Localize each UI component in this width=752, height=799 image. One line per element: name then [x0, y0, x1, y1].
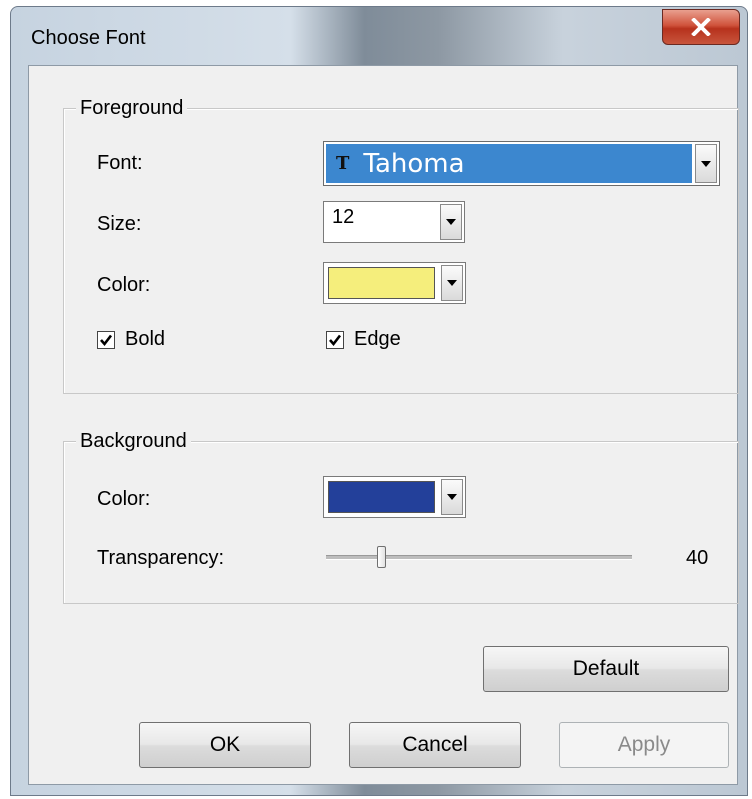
- background-color-dropdown-button[interactable]: [441, 479, 463, 515]
- edge-checkbox[interactable]: Edge: [326, 328, 401, 351]
- background-group: Background Color: Transparency: 40: [63, 429, 739, 604]
- close-icon: [691, 18, 711, 36]
- font-select[interactable]: T Tahoma: [323, 141, 720, 186]
- checkmark-icon: [329, 334, 342, 346]
- foreground-color-label: Color:: [97, 274, 151, 296]
- bold-label: Bold: [125, 328, 166, 350]
- dialog-body: Foreground Font: T Tahoma Size: 12 Color…: [28, 65, 739, 785]
- foreground-group-title: Foreground: [76, 96, 188, 120]
- dialog-window: Choose Font Foreground Font: T Tahoma Si…: [10, 6, 748, 796]
- checkmark-icon: [100, 334, 113, 346]
- edge-checkbox-box: [326, 330, 344, 349]
- background-color-swatch: [328, 481, 435, 513]
- bold-checkbox[interactable]: Bold: [97, 328, 165, 351]
- size-value: 12: [332, 206, 355, 228]
- foreground-color-swatch: [328, 267, 435, 299]
- transparency-slider-track[interactable]: [326, 555, 632, 560]
- foreground-color-dropdown-button[interactable]: [441, 265, 463, 301]
- size-dropdown-button[interactable]: [440, 204, 462, 240]
- chevron-down-icon: [447, 280, 457, 286]
- size-select[interactable]: 12: [323, 201, 465, 243]
- font-label: Font:: [97, 152, 143, 174]
- foreground-color-picker[interactable]: [323, 262, 466, 304]
- transparency-value: 40: [686, 547, 709, 569]
- transparency-slider-thumb[interactable]: [377, 546, 387, 568]
- bold-checkbox-box: [97, 330, 115, 349]
- default-button[interactable]: Default: [483, 646, 729, 692]
- apply-button[interactable]: Apply: [559, 722, 729, 768]
- background-color-picker[interactable]: [323, 476, 466, 518]
- truetype-icon: T: [336, 153, 350, 174]
- close-button[interactable]: [662, 9, 740, 45]
- ok-button[interactable]: OK: [139, 722, 311, 768]
- window-title: Choose Font: [31, 27, 146, 49]
- edge-label: Edge: [354, 328, 401, 350]
- transparency-label: Transparency:: [97, 547, 225, 569]
- size-label: Size:: [97, 213, 142, 235]
- background-group-title: Background: [76, 429, 191, 453]
- cancel-button[interactable]: Cancel: [349, 722, 521, 768]
- foreground-group: Foreground Font: T Tahoma Size: 12 Color…: [63, 96, 739, 394]
- font-select-value: T Tahoma: [326, 144, 692, 183]
- font-dropdown-button[interactable]: [695, 144, 717, 183]
- background-color-label: Color:: [97, 488, 151, 510]
- chevron-down-icon: [446, 219, 456, 225]
- chevron-down-icon: [447, 494, 457, 500]
- chevron-down-icon: [701, 160, 711, 167]
- font-name: Tahoma: [363, 148, 465, 179]
